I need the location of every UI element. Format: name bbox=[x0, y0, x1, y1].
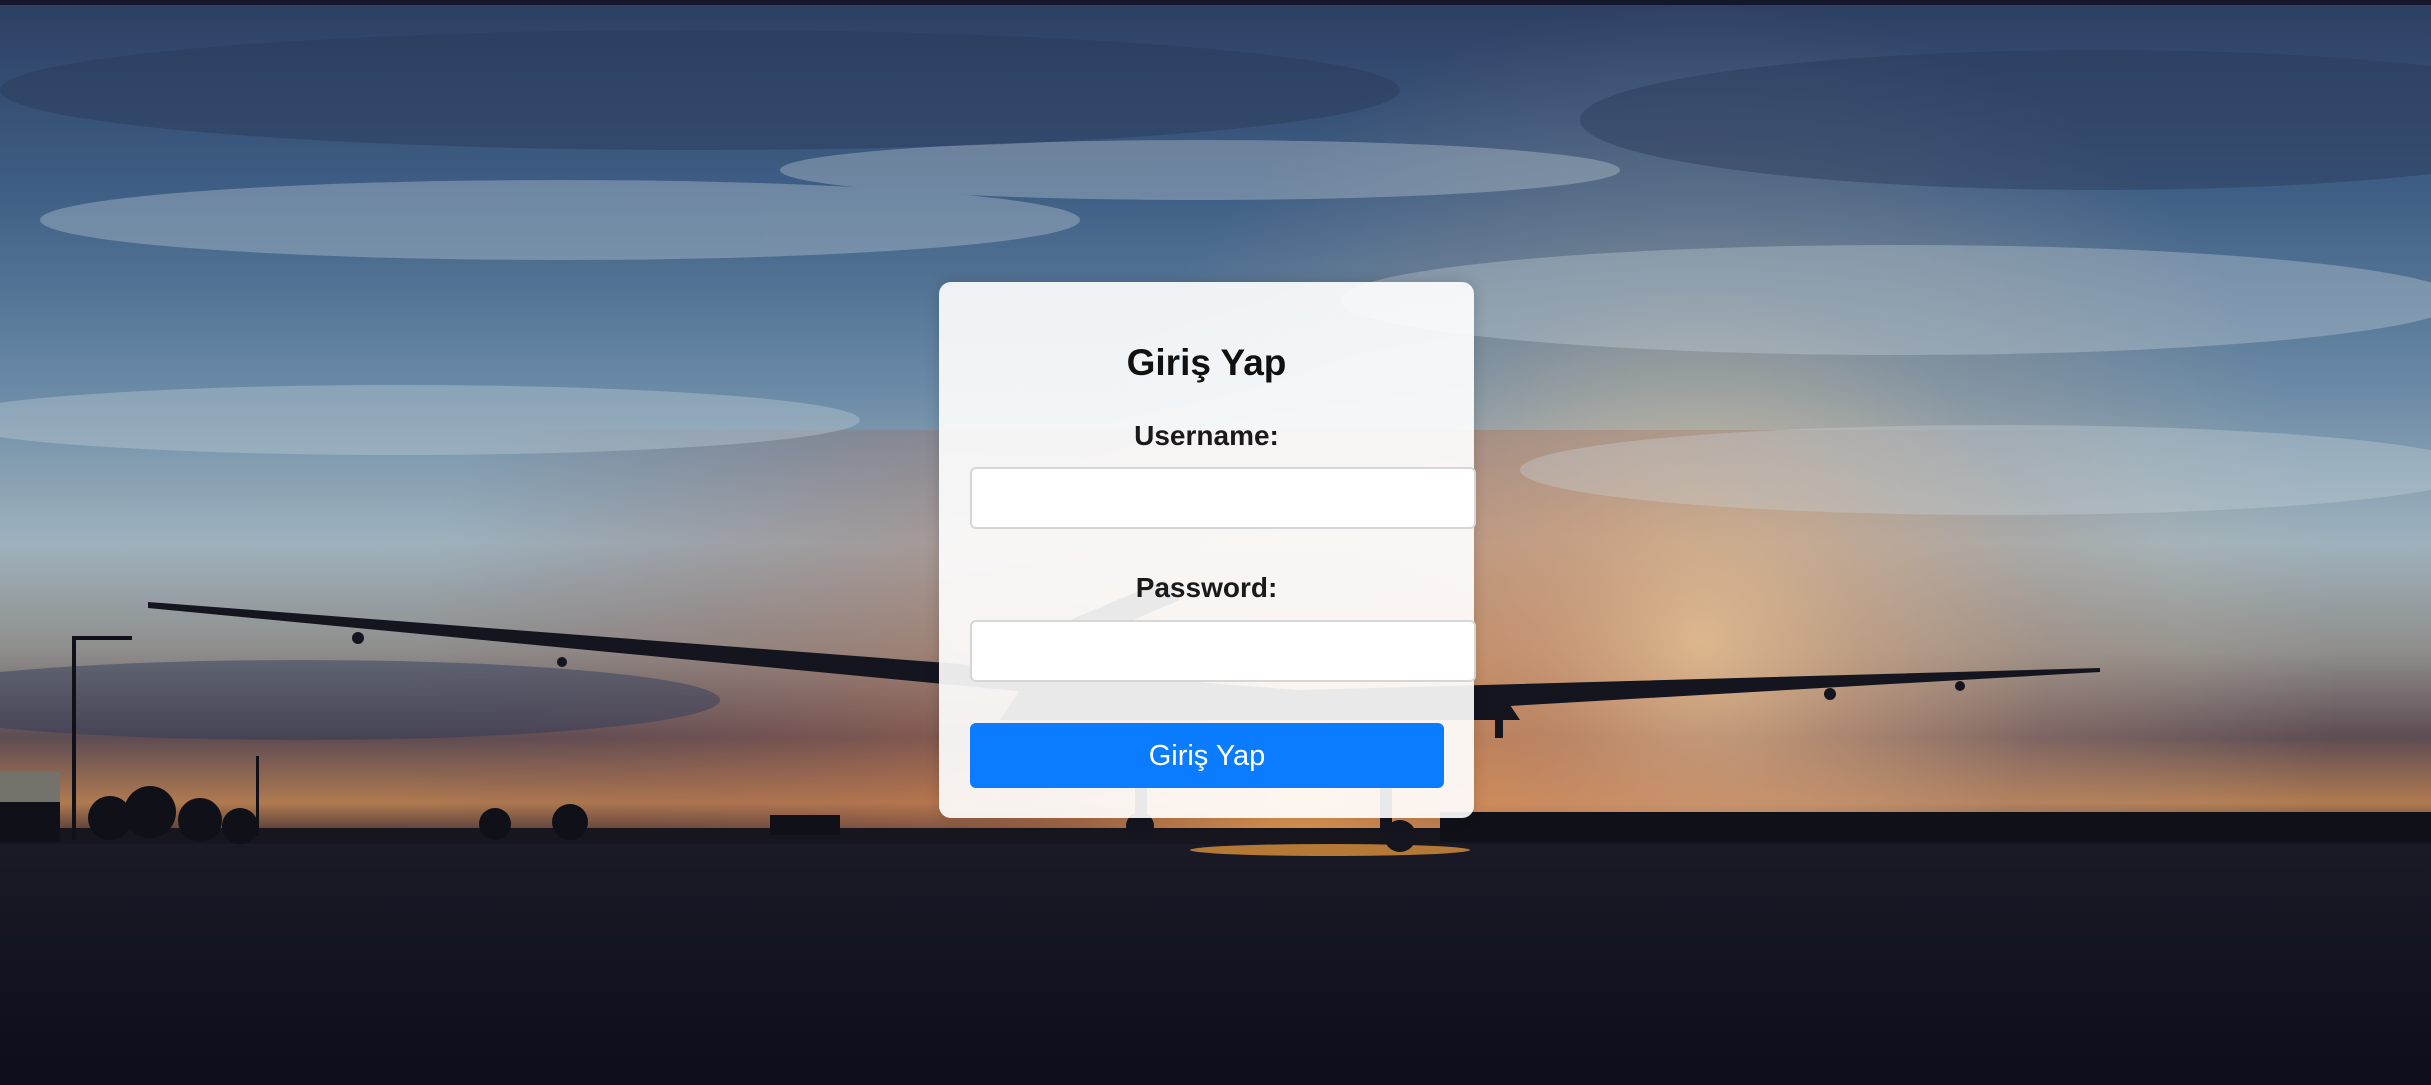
window-top-border bbox=[0, 0, 2431, 5]
password-input[interactable] bbox=[970, 620, 1476, 682]
login-page: Giriş Yap Username: Password: Giriş Yap bbox=[0, 0, 2431, 1085]
login-title: Giriş Yap bbox=[1126, 342, 1287, 383]
login-card: Giriş Yap Username: Password: Giriş Yap bbox=[939, 282, 1476, 818]
username-input[interactable] bbox=[970, 467, 1476, 529]
password-label: Password: bbox=[1135, 572, 1278, 603]
username-label: Username: bbox=[1134, 420, 1279, 451]
login-submit-button[interactable]: Giriş Yap bbox=[970, 723, 1444, 788]
